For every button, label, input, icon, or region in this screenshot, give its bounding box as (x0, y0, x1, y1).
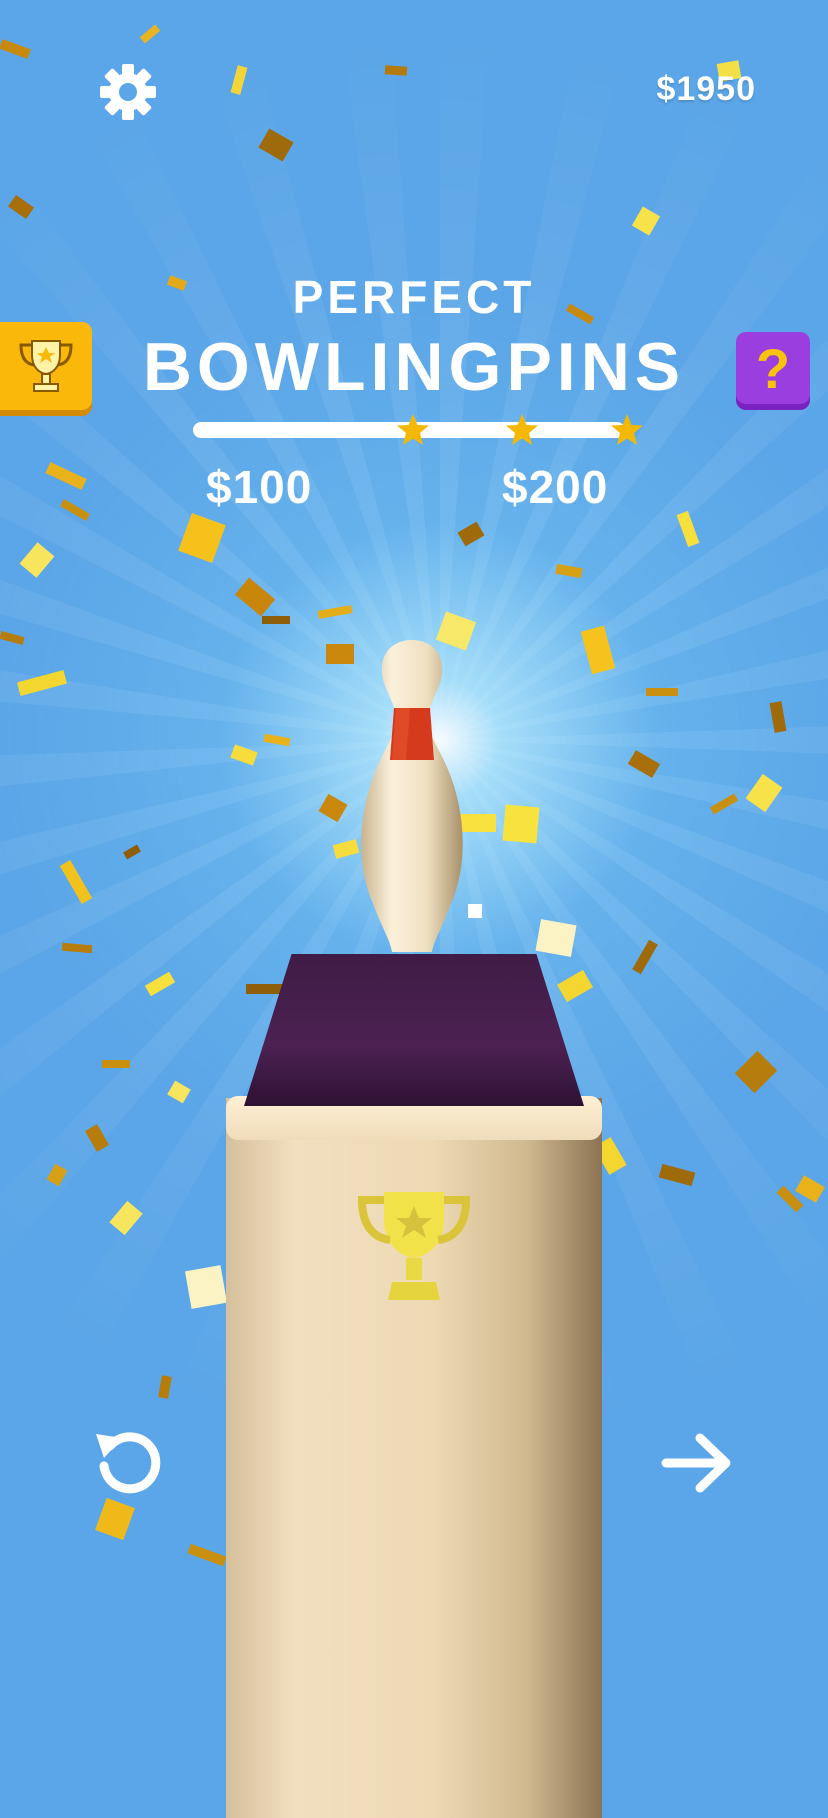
arrow-right-icon[interactable] (660, 1430, 734, 1496)
mystery-label: ? (755, 336, 791, 400)
result-subtitle: PERFECT (292, 271, 536, 323)
confetti-piece (535, 919, 577, 957)
progress-star-icon (506, 414, 538, 445)
reward-amount-1: $100 (206, 461, 313, 513)
restart-icon[interactable] (92, 1426, 166, 1500)
trophy-button[interactable] (0, 322, 92, 410)
confetti-piece (262, 616, 290, 624)
trophy-icon (19, 340, 73, 392)
confetti-piece (502, 804, 540, 844)
progress-star-icon (397, 414, 429, 445)
mystery-button[interactable]: ? (736, 332, 810, 404)
confetti-piece (184, 1265, 228, 1309)
progress-star-icon (611, 414, 643, 445)
money-balance: $1950 (656, 70, 756, 108)
bowling-pin (361, 640, 463, 952)
confetti-piece (102, 1060, 130, 1068)
settings-gear-icon[interactable] (98, 62, 158, 122)
level-title: BOWLINGPINS (142, 329, 686, 405)
reward-amount-2: $200 (502, 461, 609, 513)
confetti-piece (384, 65, 408, 76)
confetti-piece (646, 688, 678, 696)
pedestal-trophy-icon (357, 1192, 471, 1300)
pin-stand (244, 954, 584, 1106)
